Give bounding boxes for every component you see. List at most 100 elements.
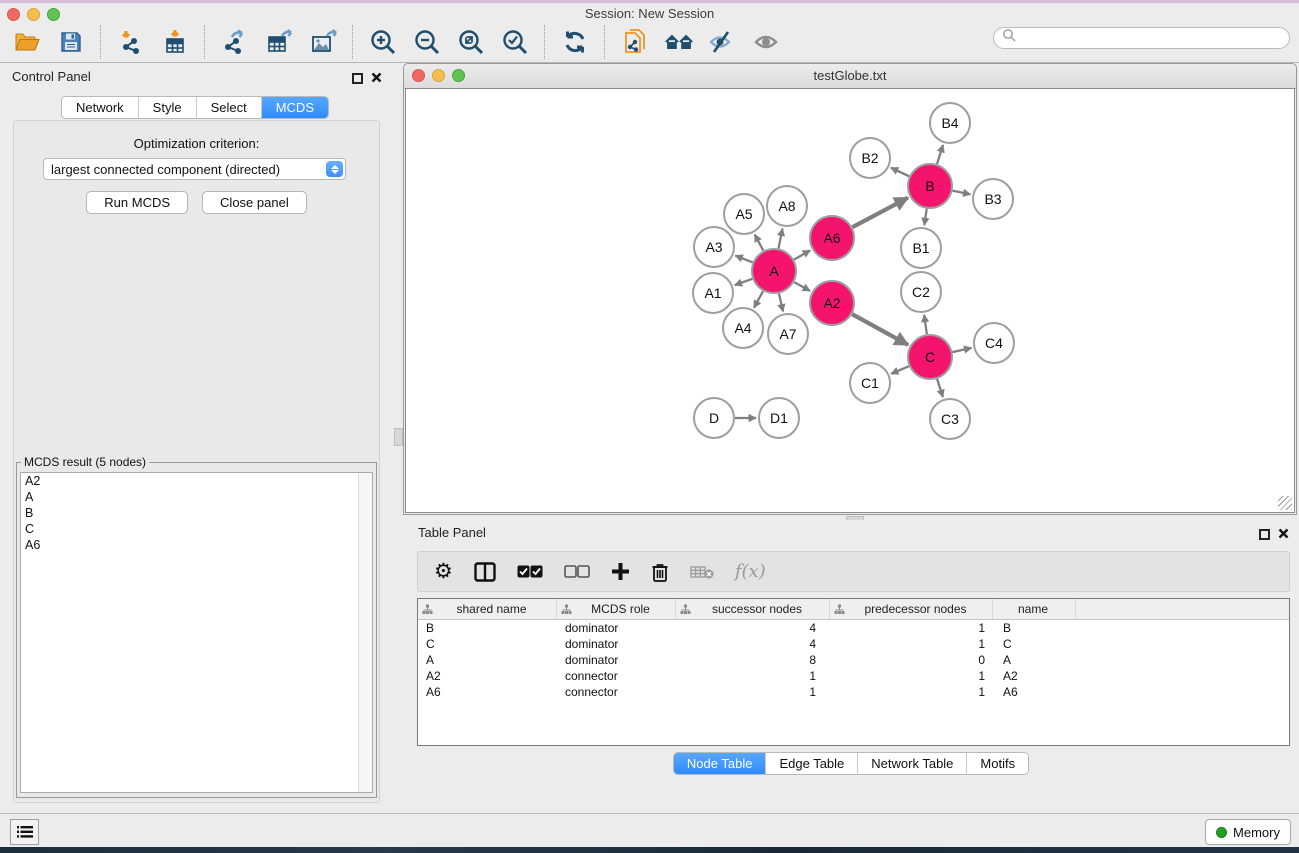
hide-selected-icon[interactable] bbox=[708, 27, 738, 57]
create-column-icon[interactable] bbox=[611, 559, 630, 585]
column-header-mcds-role[interactable]: MCDS role bbox=[557, 599, 676, 619]
graph-edge[interactable] bbox=[794, 250, 810, 259]
graph-edge[interactable] bbox=[852, 314, 908, 345]
graph-node-B3[interactable]: B3 bbox=[973, 179, 1013, 219]
delete-table-icon[interactable] bbox=[690, 559, 714, 585]
show-panels-list-button[interactable] bbox=[10, 819, 39, 845]
tab-style[interactable]: Style bbox=[139, 97, 197, 118]
graph-node-B1[interactable]: B1 bbox=[901, 228, 941, 268]
graph-node-C[interactable]: C bbox=[908, 335, 952, 379]
table-row[interactable]: A2 connector 1 1 A2 bbox=[418, 668, 1289, 684]
graph-edge[interactable] bbox=[891, 366, 909, 374]
function-builder-icon[interactable]: f(x) bbox=[735, 559, 766, 585]
graph-node-C4[interactable]: C4 bbox=[974, 323, 1014, 363]
graph-node-A5[interactable]: A5 bbox=[724, 194, 764, 234]
graph-node-A[interactable]: A bbox=[752, 249, 796, 293]
memory-button[interactable]: Memory bbox=[1205, 819, 1291, 845]
search-input[interactable] bbox=[993, 27, 1290, 49]
graph-node-A4[interactable]: A4 bbox=[723, 308, 763, 348]
graph-node-C2[interactable]: C2 bbox=[901, 272, 941, 312]
table-row[interactable]: C dominator 4 1 C bbox=[418, 636, 1289, 652]
show-columns-icon[interactable] bbox=[474, 559, 496, 585]
graph-node-A7[interactable]: A7 bbox=[768, 314, 808, 354]
float-panel-icon[interactable] bbox=[352, 73, 363, 84]
graph-node-B2[interactable]: B2 bbox=[850, 138, 890, 178]
graph-node-B4[interactable]: B4 bbox=[930, 103, 970, 143]
list-item[interactable]: A2 bbox=[21, 473, 372, 489]
run-mcds-button[interactable]: Run MCDS bbox=[86, 191, 188, 214]
graph-edge[interactable] bbox=[891, 168, 909, 177]
graph-edge[interactable] bbox=[779, 229, 783, 249]
zoom-in-icon[interactable] bbox=[368, 27, 398, 57]
deselect-all-icon[interactable] bbox=[564, 559, 590, 585]
refresh-layout-icon[interactable] bbox=[560, 27, 590, 57]
network-canvas[interactable]: B4 B2 B B3 A8A5 A6 B1 A3 A C2 A1 A2 A4A7 C4 C C1 D D1 C3 bbox=[405, 88, 1295, 513]
column-header-shared-name[interactable]: shared name bbox=[418, 599, 557, 619]
tab-network-table[interactable]: Network Table bbox=[858, 753, 967, 774]
column-header-predecessor-nodes[interactable]: predecessor nodes bbox=[830, 599, 993, 619]
export-image-icon[interactable] bbox=[308, 27, 338, 57]
tab-edge-table[interactable]: Edge Table bbox=[766, 753, 858, 774]
graph-edge[interactable] bbox=[794, 282, 810, 291]
graph-edge[interactable] bbox=[937, 379, 943, 397]
tab-node-table[interactable]: Node Table bbox=[674, 753, 767, 774]
graph-edge[interactable] bbox=[952, 348, 971, 352]
list-item[interactable]: C bbox=[21, 521, 372, 537]
select-all-icon[interactable] bbox=[517, 559, 543, 585]
table-row[interactable]: A6 connector 1 1 A6 bbox=[418, 684, 1289, 700]
graph-edge[interactable] bbox=[735, 279, 753, 285]
tab-motifs[interactable]: Motifs bbox=[967, 753, 1028, 774]
graph-edge[interactable] bbox=[779, 293, 783, 311]
import-network-icon[interactable] bbox=[116, 27, 146, 57]
scrollbar-track[interactable] bbox=[358, 473, 372, 792]
tab-select[interactable]: Select bbox=[197, 97, 262, 118]
column-header-successor-nodes[interactable]: successor nodes bbox=[676, 599, 830, 619]
network-window-titlebar[interactable]: testGlobe.txt bbox=[404, 64, 1296, 89]
tab-mcds[interactable]: MCDS bbox=[262, 97, 328, 118]
close-panel-icon[interactable] bbox=[1278, 527, 1289, 542]
first-neighbors-icon[interactable] bbox=[664, 27, 694, 57]
graph-node-A6[interactable]: A6 bbox=[810, 216, 854, 260]
export-table-icon[interactable] bbox=[264, 27, 294, 57]
graph-node-A8[interactable]: A8 bbox=[767, 186, 807, 226]
float-panel-icon[interactable] bbox=[1259, 529, 1270, 540]
graph-node-B[interactable]: B bbox=[908, 164, 952, 208]
table-settings-gear-icon[interactable]: ⚙ bbox=[434, 559, 453, 585]
graph-edge[interactable] bbox=[754, 291, 763, 308]
graph-edge[interactable] bbox=[953, 191, 971, 195]
close-panel-button[interactable]: Close panel bbox=[202, 191, 307, 214]
zoom-out-icon[interactable] bbox=[412, 27, 442, 57]
graph-node-C3[interactable]: C3 bbox=[930, 399, 970, 439]
new-network-from-selection-icon[interactable] bbox=[620, 27, 650, 57]
save-session-icon[interactable] bbox=[56, 27, 86, 57]
graph-node-A3[interactable]: A3 bbox=[694, 227, 734, 267]
graph-node-D1[interactable]: D1 bbox=[759, 398, 799, 438]
open-session-icon[interactable] bbox=[12, 27, 42, 57]
export-network-icon[interactable] bbox=[220, 27, 250, 57]
graph-node-A1[interactable]: A1 bbox=[693, 273, 733, 313]
mcds-result-list[interactable]: A2 A B C A6 bbox=[20, 472, 373, 793]
table-row[interactable]: A dominator 8 0 A bbox=[418, 652, 1289, 668]
show-all-icon[interactable] bbox=[752, 27, 782, 57]
zoom-selected-icon[interactable] bbox=[500, 27, 530, 57]
graph-edge[interactable] bbox=[924, 209, 926, 225]
tab-network[interactable]: Network bbox=[62, 97, 139, 118]
graph-node-C1[interactable]: C1 bbox=[850, 363, 890, 403]
list-item[interactable]: A bbox=[21, 489, 372, 505]
column-header-name[interactable]: name bbox=[993, 599, 1076, 619]
resize-grip-icon[interactable] bbox=[1278, 496, 1292, 510]
graph-edge[interactable] bbox=[755, 234, 764, 250]
table-row[interactable]: B dominator 4 1 B bbox=[418, 620, 1289, 636]
optimization-criterion-select[interactable]: largest connected component (directed) bbox=[43, 158, 346, 180]
graph-node-A2[interactable]: A2 bbox=[810, 281, 854, 325]
list-item[interactable]: B bbox=[21, 505, 372, 521]
graph-edge[interactable] bbox=[735, 256, 752, 263]
graph-edge[interactable] bbox=[924, 315, 927, 334]
graph-node-D[interactable]: D bbox=[694, 398, 734, 438]
graph-edge[interactable] bbox=[937, 145, 943, 164]
delete-column-trash-icon[interactable] bbox=[651, 559, 669, 585]
splitter-grip[interactable] bbox=[394, 428, 403, 446]
graph-edge[interactable] bbox=[852, 198, 908, 228]
list-item[interactable]: A6 bbox=[21, 537, 372, 553]
import-table-icon[interactable] bbox=[160, 27, 190, 57]
